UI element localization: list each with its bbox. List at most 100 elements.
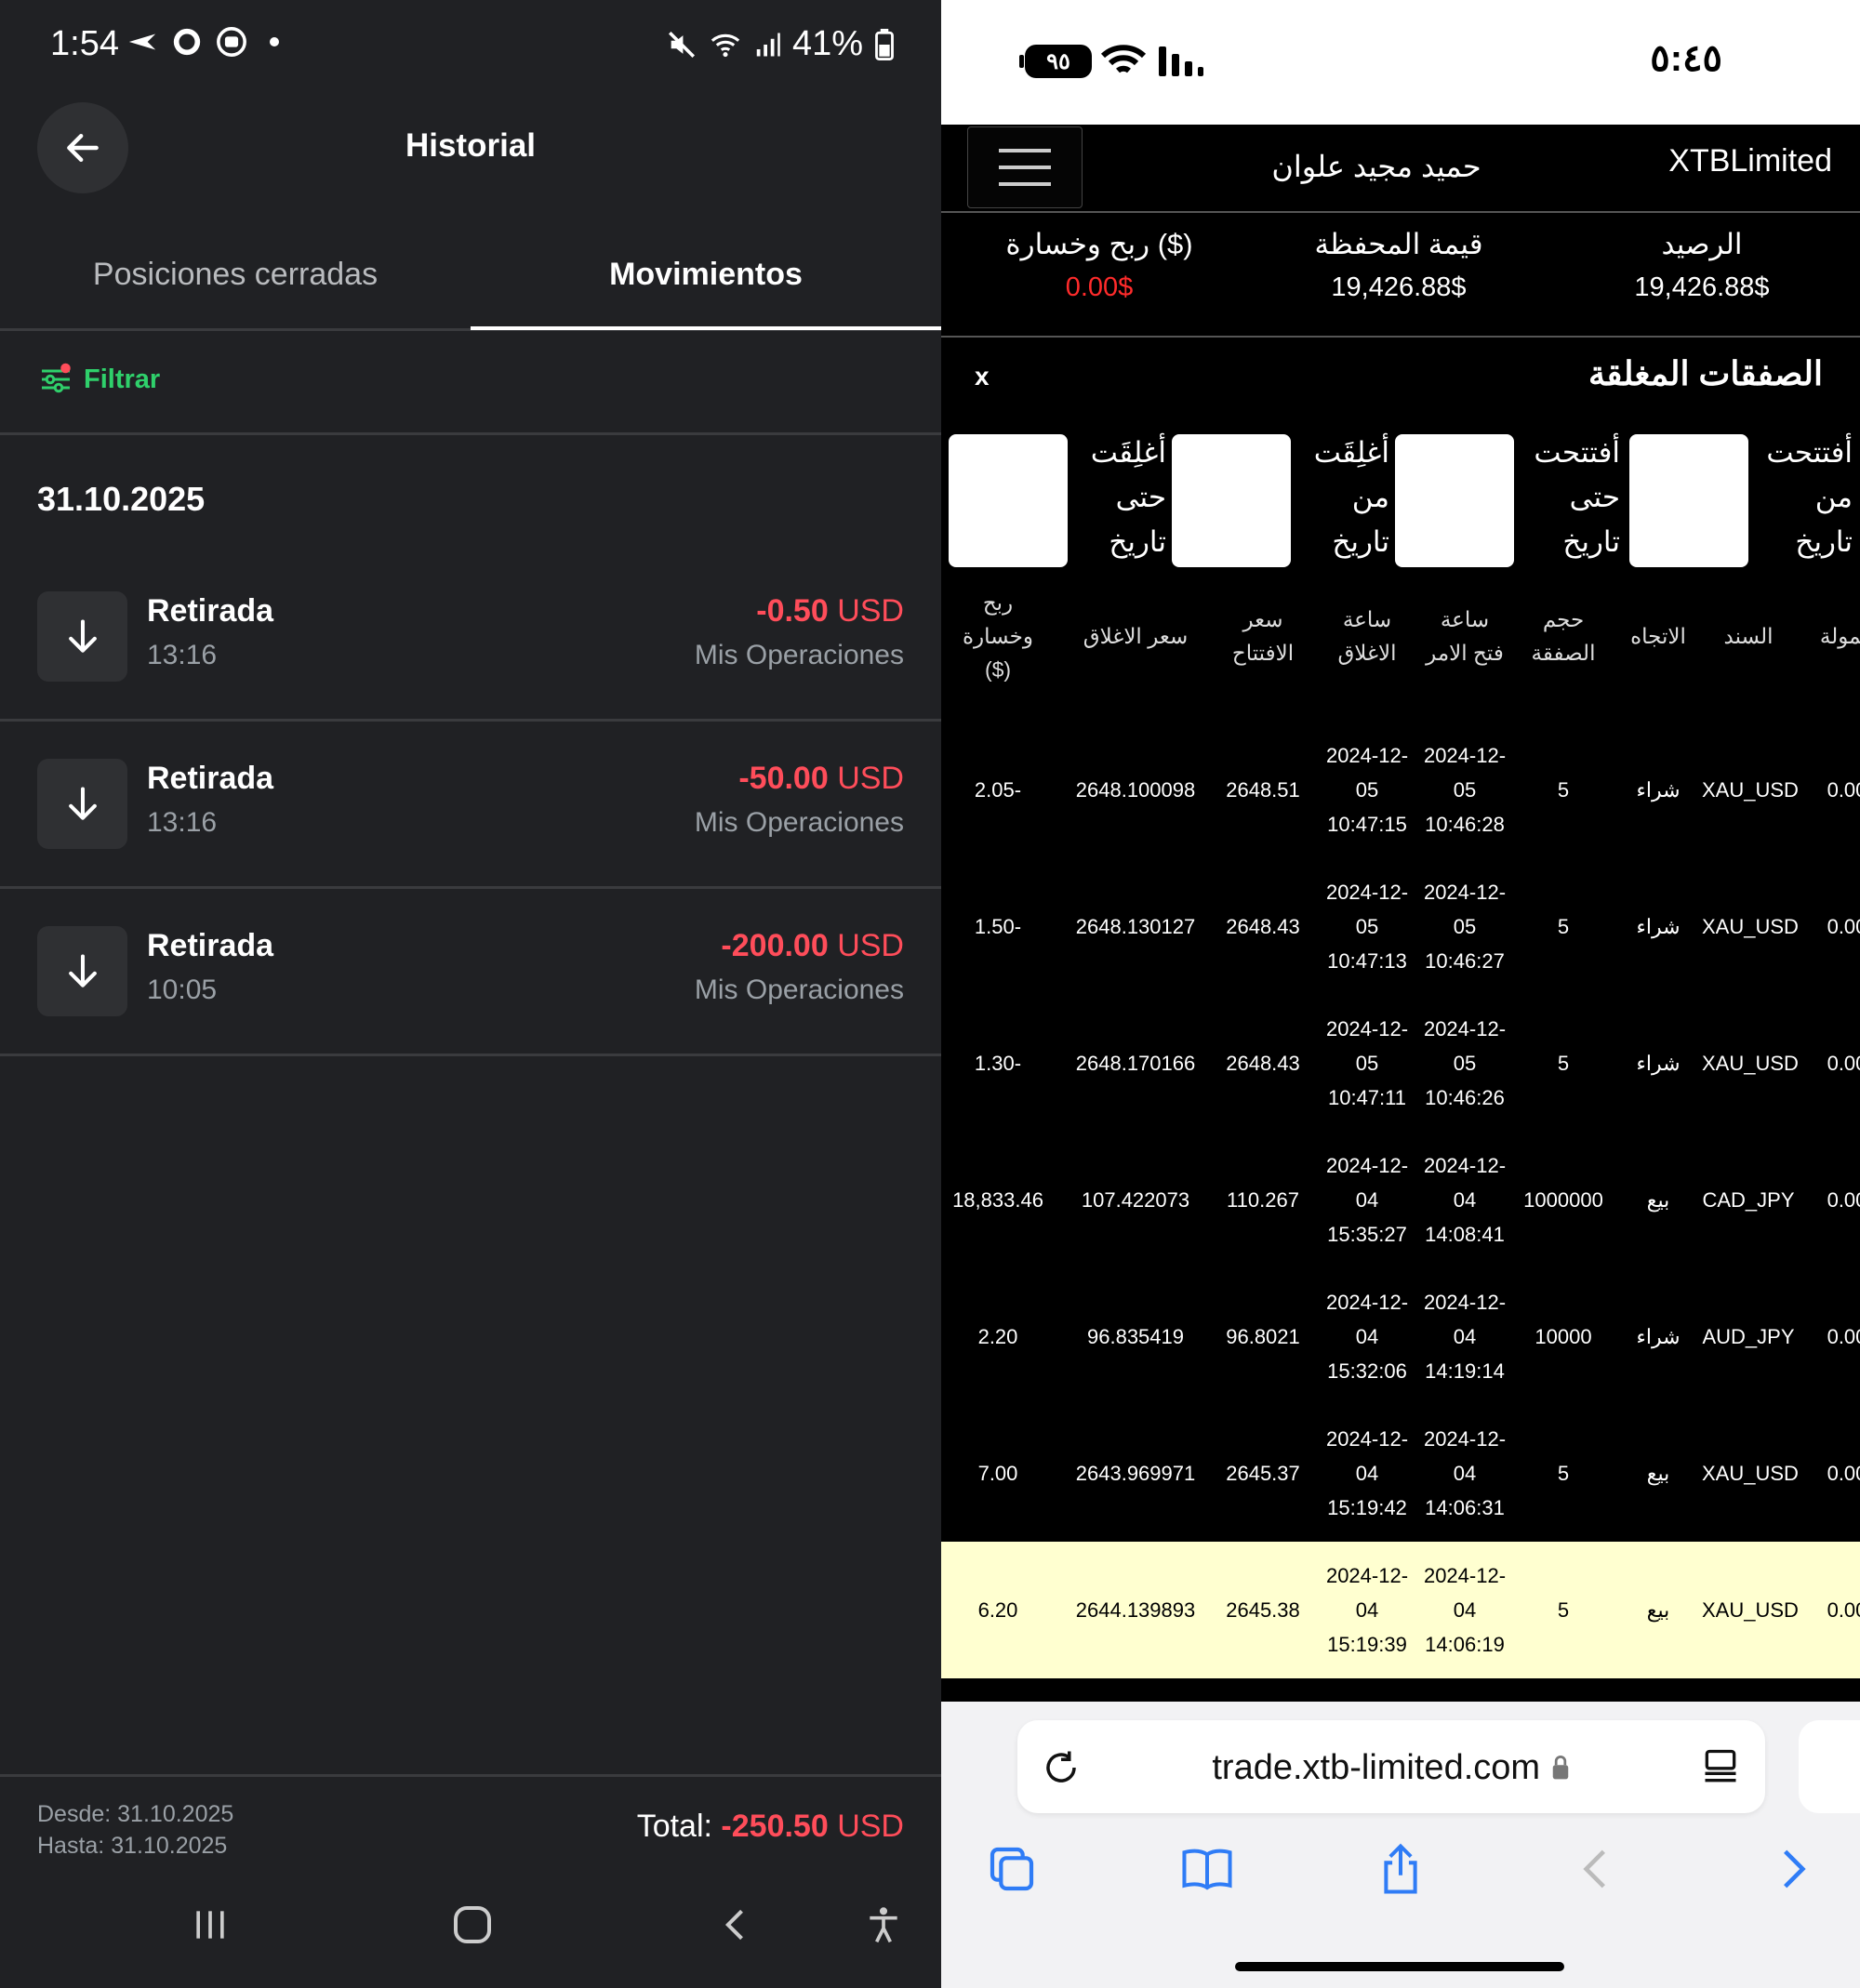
col-commission: عمولة [1819,624,1860,648]
withdrawal-icon-box [37,926,127,1016]
trade-row[interactable]: 0.00 AUD_JPY شراء 10000 2024-12-0414:19:1420… [941,1268,1860,1405]
cell-volume: 5 [1557,1462,1570,1485]
cell-pnl: 1.50- [974,915,1022,938]
open-from-date-input[interactable] [1629,434,1748,567]
menu-line-icon [999,149,1051,152]
withdrawal-icon-box [37,591,127,682]
movement-source: Mis Operaciones [694,640,904,670]
movement-amount: -50.00 USD [738,761,904,796]
wifi-icon [1101,45,1146,73]
cell-symbol: XAU_USD [1702,1052,1799,1075]
site-header: حميد مجيد علوان XTBLimited [941,125,1860,213]
summary-label: ربح وخسارة ($) [1005,228,1193,260]
trade-row[interactable]: 0.00 CAD_JPY بيع 1000000 2024-12-0414:08:412… [941,1132,1860,1268]
page-title: Historial [405,127,537,164]
lock-icon [1552,1756,1568,1780]
battery-nub [1019,55,1024,68]
summary-value: 19,426.88$ [1634,272,1770,302]
summary-value: 19,426.88$ [1331,272,1467,302]
active-tab-indicator [471,326,941,330]
movement-type: Retirada [147,593,274,629]
total-amount: -250.50 [721,1809,829,1844]
cell-close: 2024-12- 04 15:19:42 [1325,1427,1409,1519]
recents-button[interactable] [182,1897,238,1953]
accessibility-button[interactable] [856,1897,911,1953]
cell-direction: شراء [1636,1052,1681,1075]
date-range: Desde: 31.10.2025 Hasta: 31.10.2025 [37,1798,233,1862]
filter-sliders-icon [42,363,71,393]
cell-close-price: 2648.130127 [1075,915,1196,938]
battery-level: ٩٥ [1025,45,1092,78]
account-summary: ربح وخسارة ($) 0.00$ قيمة المحفظة 19,426… [941,215,1860,338]
cell-pnl: 7.00 [977,1462,1018,1485]
bookmarks-button[interactable] [1179,1841,1235,1897]
back-nav-button[interactable] [709,1897,764,1953]
cell-volume: 10000 [1534,1325,1592,1348]
cell-commission: 0.00 [1827,915,1860,938]
tab-bar: Posiciones cerradas Movimientos [0,232,941,331]
address-bar[interactable]: trade.xtb-limited.com [1017,1720,1765,1813]
android-nav-bar [0,1897,941,1971]
cell-open-price: 110.267 [1227,1188,1299,1212]
next-tab-preview[interactable] [1799,1720,1860,1813]
trade-row[interactable]: 0.00 XAU_USD بيع 5 2024-12-0414:06:192024-12… [941,1542,1860,1678]
cell-symbol: XAU_USD [1702,778,1799,802]
filter-button[interactable]: Filtrar [39,363,160,396]
col-direction: الاتجاه [1630,624,1686,648]
arrow-down-icon [68,786,97,820]
hamburger-menu-button[interactable] [967,126,1083,208]
tab-posiciones-cerradas[interactable]: Posiciones cerradas [0,257,471,293]
trade-row[interactable]: 0.00 XAU_USD بيع 5 2024-12-0414:06:312024-12… [941,1405,1860,1542]
mute-icon [668,31,695,58]
filter-label-open-from: أفتتحت من تاريخ [1766,436,1853,558]
trade-row[interactable]: 0.00 XAU_USD شراء 5 2024-12-0510:46:272024-1… [941,858,1860,995]
open-to-date-input[interactable] [1395,434,1514,567]
share-icon [1384,1843,1417,1894]
cell-commission: 0.00 [1827,1462,1860,1485]
cell-open: 2024-12- 05 10:46:26 [1423,1017,1507,1109]
trade-row[interactable]: 0.00 XAU_USD شراء 5 2024-12-0510:46:262024-1… [941,995,1860,1132]
share-button[interactable] [1373,1841,1428,1897]
battery-percent: 41% [791,24,863,63]
close-button[interactable]: x [975,362,990,391]
home-button[interactable] [445,1897,500,1953]
message-icon [217,27,246,57]
cell-pnl: 2.05- [974,778,1022,802]
closed-trades-header: x الصفقات المغلقة [941,339,1860,423]
plane-notification-icon [128,33,156,50]
home-indicator [1235,1962,1564,1971]
trade-row[interactable]: 0.00 XAU_USD شراء 5 2024-12-0510:46:282024-1… [941,722,1860,858]
cell-direction: شراء [1636,1325,1681,1348]
date-header: 31.10.2025 [37,480,206,518]
cell-open: 2024-12- 04 14:08:41 [1423,1154,1507,1246]
col-symbol: السند [1723,624,1774,648]
cell-pnl: 6.20 [977,1598,1018,1622]
forward-button[interactable] [1765,1841,1821,1897]
reader-mode-icon[interactable] [1700,1746,1741,1787]
chevron-left-icon [724,1909,743,1941]
summary-balance: الرصيد 19,426.88$ [1562,228,1841,303]
status-time: ٥:٤٥ [1650,38,1722,79]
movement-row[interactable]: Retirada 10:05 -200.00 USD Mis Operacion… [0,889,941,1056]
close-to-date-input[interactable] [949,434,1068,567]
tab-movimientos[interactable]: Movimientos [471,257,941,293]
summary-label: قيمة المحفظة [1314,228,1483,260]
tabs-button[interactable] [984,1841,1040,1897]
movement-type: Retirada [147,761,274,796]
battery-icon [875,28,894,60]
cell-open-price: 2648.43 [1226,1052,1300,1075]
cell-close: 2024-12- 05 10:47:11 [1325,1017,1409,1109]
back-button[interactable] [1568,1841,1624,1897]
filter-label-open-to: أفتتحت حتى تاريخ [1534,436,1620,558]
cell-direction: شراء [1636,915,1681,938]
summary-pnl: ربح وخسارة ($) 0.00$ [960,228,1239,303]
menu-line-icon [999,166,1051,169]
cell-direction: شراء [1636,778,1681,802]
footer-divider [0,1774,941,1777]
cell-pnl: 18,833.46 [952,1188,1043,1212]
movement-row[interactable]: Retirada 13:16 -50.00 USD Mis Operacione… [0,722,941,889]
close-from-date-input[interactable] [1172,434,1291,567]
chevron-right-icon [1784,1849,1806,1889]
movement-row[interactable]: Retirada 13:16 -0.50 USD Mis Operaciones [0,554,941,722]
movement-time: 13:16 [147,807,218,838]
